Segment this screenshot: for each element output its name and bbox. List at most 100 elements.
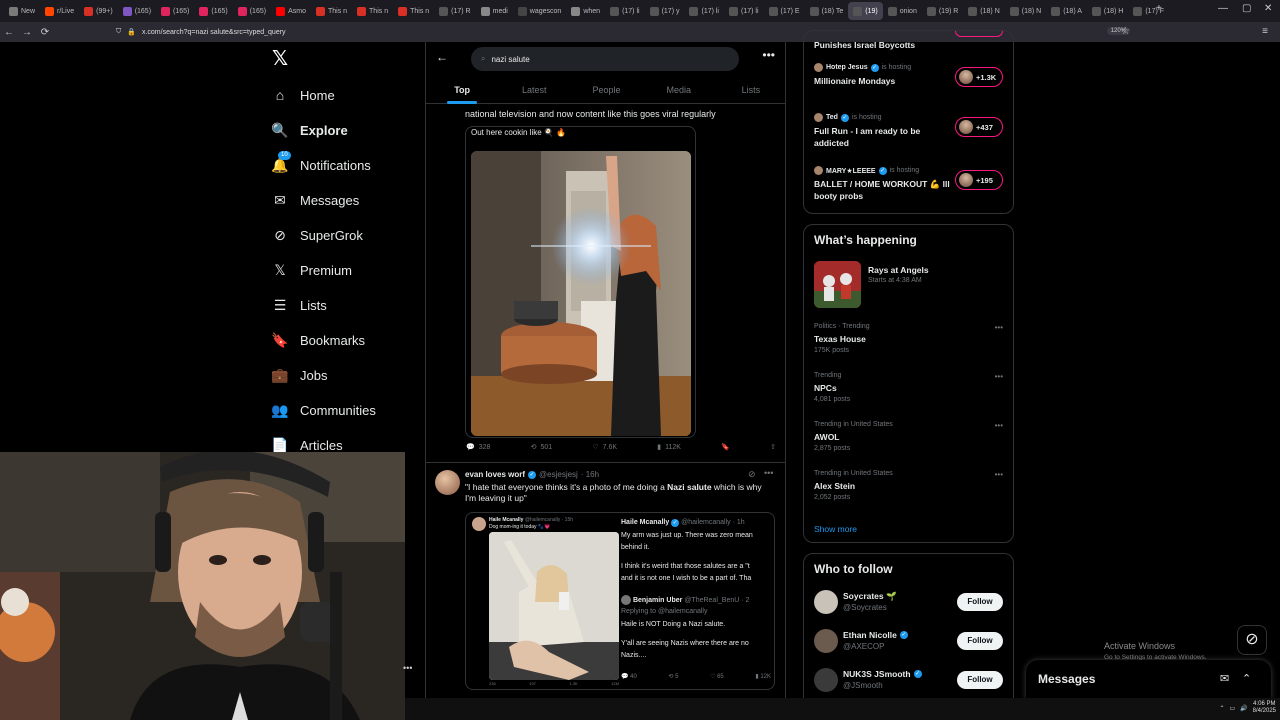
browser-tab[interactable]: Asmo bbox=[271, 2, 311, 20]
back-arrow-icon[interactable]: ← bbox=[0, 27, 18, 38]
suggested-user-handle[interactable]: @AXECOP bbox=[843, 642, 884, 651]
browser-tab[interactable]: (19) R bbox=[922, 2, 963, 20]
reply-button[interactable]: 💬 328 bbox=[466, 443, 490, 452]
browser-tab[interactable]: (19) bbox=[848, 2, 883, 20]
maximize-icon[interactable]: ▢ bbox=[1242, 3, 1251, 14]
like-button[interactable]: ♡ 7.6K bbox=[592, 443, 617, 452]
avatar[interactable] bbox=[814, 590, 838, 614]
browser-tab[interactable]: New bbox=[4, 2, 40, 20]
tab-top[interactable]: Top bbox=[426, 78, 498, 103]
minimize-icon[interactable]: — bbox=[1218, 3, 1228, 14]
browser-tab[interactable]: This n bbox=[311, 2, 352, 20]
event-name[interactable]: Rays at Angels bbox=[868, 265, 929, 275]
x-logo-icon[interactable]: 𝕏 bbox=[272, 49, 290, 69]
event-thumbnail[interactable] bbox=[814, 261, 861, 308]
grok-icon[interactable]: ⊘ bbox=[748, 469, 756, 480]
browser-tab[interactable]: (17) li bbox=[684, 2, 724, 20]
suggested-user-handle[interactable]: @JSmooth bbox=[843, 681, 883, 690]
post-more-icon[interactable]: ••• bbox=[764, 468, 773, 478]
messages-drawer[interactable]: Messages ✉ ⌃ bbox=[1026, 660, 1271, 700]
trend-more-icon[interactable]: ••• bbox=[995, 323, 1003, 332]
browser-tab[interactable]: (17) R bbox=[434, 2, 475, 20]
space-title[interactable]: BALLET / HOME WORKOUT 💪 lll booty probs bbox=[814, 178, 954, 202]
suggested-user-name[interactable]: Ethan Nicolle ✓ bbox=[843, 630, 908, 640]
live-pill[interactable]: +1.3K bbox=[955, 67, 1003, 87]
nav-item-explore[interactable]: 🔍 Explore bbox=[271, 117, 347, 143]
search-input[interactable]: ⌕ nazi salute bbox=[471, 47, 739, 71]
browser-tab[interactable]: (17) E bbox=[764, 2, 805, 20]
browser-tab[interactable]: (165) bbox=[118, 2, 156, 20]
more-icon[interactable]: ••• bbox=[403, 663, 412, 673]
new-tab-icon[interactable]: + bbox=[1156, 3, 1162, 14]
tab-latest[interactable]: Latest bbox=[498, 78, 570, 103]
network-icon[interactable]: ▭ bbox=[1229, 705, 1235, 712]
post-photo[interactable] bbox=[471, 151, 691, 436]
quoted-post[interactable]: Out here cookin like 🍳 🔥 bbox=[465, 126, 696, 438]
space-host[interactable]: Ted ✓ is hosting bbox=[814, 113, 882, 122]
trend-name[interactable]: AWOL bbox=[814, 432, 840, 442]
show-more-link[interactable]: Show more bbox=[814, 524, 857, 534]
tab-people[interactable]: People bbox=[570, 78, 642, 103]
browser-tab[interactable]: (18) N bbox=[963, 2, 1004, 20]
browser-tab[interactable]: (17) y bbox=[645, 2, 685, 20]
avatar[interactable] bbox=[435, 470, 460, 495]
nav-item-premium[interactable]: 𝕏 Premium bbox=[272, 257, 352, 283]
reload-icon[interactable]: ⟳ bbox=[36, 27, 54, 38]
post-time[interactable]: · 16h bbox=[581, 470, 599, 479]
close-window-icon[interactable]: ✕ bbox=[1264, 3, 1272, 14]
space-host[interactable]: Hotep Jesus ✓ is hosting bbox=[814, 63, 911, 72]
browser-tab[interactable]: (17) F bbox=[1128, 2, 1169, 20]
trend-more-icon[interactable]: ••• bbox=[995, 372, 1003, 381]
live-pill[interactable] bbox=[955, 31, 1003, 37]
avatar[interactable] bbox=[814, 629, 838, 653]
browser-tab[interactable]: (165) bbox=[156, 2, 194, 20]
repost-button[interactable]: ⟲ 501 bbox=[531, 443, 553, 452]
tab-media[interactable]: Media bbox=[643, 78, 715, 103]
space-host[interactable]: MARY★LEEEE ✓ is hosting bbox=[814, 166, 919, 175]
more-options-icon[interactable]: ••• bbox=[762, 48, 775, 62]
browser-tab[interactable]: r/Live bbox=[40, 2, 79, 20]
browser-tab[interactable]: onion bbox=[883, 2, 922, 20]
nav-item-notifications[interactable]: 🔔 10 Notifications bbox=[271, 151, 371, 178]
tab-lists[interactable]: Lists bbox=[715, 78, 785, 103]
browser-tab[interactable]: (18) A bbox=[1046, 2, 1087, 20]
back-arrow-icon[interactable]: ← bbox=[436, 50, 448, 64]
suggested-user-name[interactable]: NUK3S JSmooth ✓ bbox=[843, 669, 922, 679]
browser-tab[interactable]: (99+) bbox=[79, 2, 118, 20]
author-handle[interactable]: @esjesjesj bbox=[539, 470, 578, 479]
browser-tab[interactable]: (17) li bbox=[724, 2, 764, 20]
nav-item-jobs[interactable]: 💼 Jobs bbox=[271, 362, 327, 388]
trend-more-icon[interactable]: ••• bbox=[995, 470, 1003, 479]
browser-tab[interactable]: (18) H bbox=[1087, 2, 1128, 20]
suggested-user-name[interactable]: Soycrates 🌱 bbox=[843, 591, 897, 602]
views-button[interactable]: ▮ 112K bbox=[657, 443, 681, 452]
expand-icon[interactable]: ⌃ bbox=[1242, 672, 1251, 685]
space-title[interactable]: Full Run - I am ready to be addicted bbox=[814, 125, 954, 149]
space-title[interactable]: Punishes Israel Boycotts bbox=[814, 39, 954, 51]
live-pill[interactable]: +195 bbox=[955, 170, 1003, 190]
browser-tab[interactable]: (17) li bbox=[605, 2, 645, 20]
follow-button[interactable]: Follow bbox=[957, 671, 1003, 689]
browser-tab[interactable]: This n bbox=[352, 2, 393, 20]
browser-tab[interactable]: wagescon bbox=[513, 2, 567, 20]
browser-tab[interactable]: This n bbox=[393, 2, 434, 20]
author-name[interactable]: evan loves worf bbox=[465, 470, 525, 479]
quoted-image[interactable]: Haile Mcanally @hailemcanally · 15h Dog … bbox=[465, 512, 775, 690]
new-message-icon[interactable]: ✉ bbox=[1220, 672, 1229, 685]
share-button[interactable]: ⇧ bbox=[770, 443, 776, 451]
nav-item-lists[interactable]: ☰ Lists bbox=[272, 292, 327, 318]
browser-tab[interactable]: when bbox=[566, 2, 605, 20]
bookmark-button[interactable]: 🔖 bbox=[721, 443, 730, 451]
grok-button[interactable]: ⊘ bbox=[1237, 625, 1267, 655]
nav-item-bookmarks[interactable]: 🔖 Bookmarks bbox=[271, 327, 365, 353]
trend-name[interactable]: Alex Stein bbox=[814, 481, 855, 491]
volume-icon[interactable]: 🔊 bbox=[1240, 705, 1247, 712]
nav-item-communities[interactable]: 👥 Communities bbox=[271, 397, 376, 423]
space-title[interactable]: Millionaire Mondays bbox=[814, 75, 954, 87]
star-icon[interactable]: ☆ bbox=[1121, 26, 1130, 37]
nav-item-messages[interactable]: ✉ Messages bbox=[272, 187, 359, 213]
nav-item-supergrok[interactable]: ⊘ SuperGrok bbox=[272, 222, 363, 248]
clock[interactable]: 4:06 PM 8/4/2025 bbox=[1253, 701, 1276, 715]
suggested-user-handle[interactable]: @Soycrates bbox=[843, 603, 887, 612]
browser-tab[interactable]: (165) bbox=[233, 2, 271, 20]
